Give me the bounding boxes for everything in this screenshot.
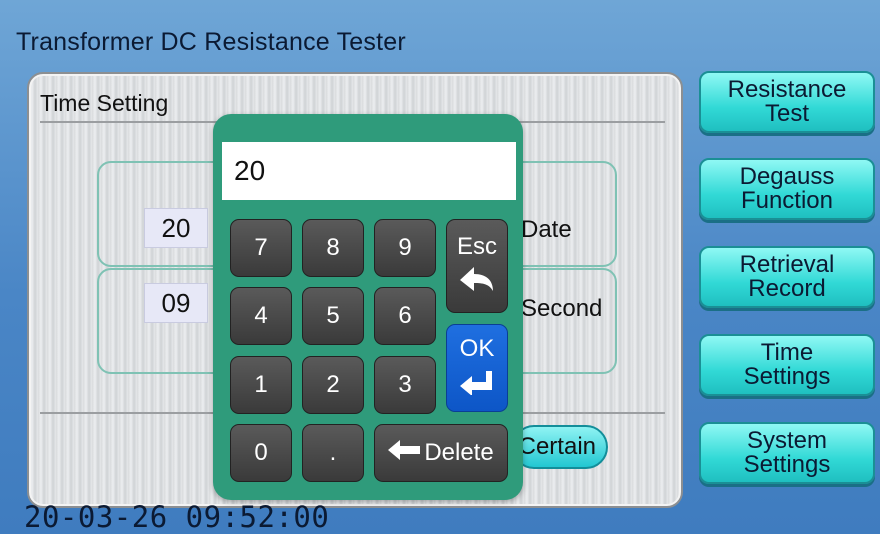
nav-label: Time xyxy=(760,339,814,366)
delete-label: Delete xyxy=(424,439,494,466)
keypad-display[interactable]: 20 xyxy=(222,142,516,200)
nav-system-settings[interactable]: System Settings xyxy=(699,422,875,484)
app-screen: Transformer DC Resistance Tester Time Se… xyxy=(0,0,880,534)
ok-label: OK xyxy=(459,334,495,362)
panel-title: Time Setting xyxy=(40,90,169,116)
key-8[interactable]: 8 xyxy=(302,219,364,277)
nav-resistance-test[interactable]: Resistance Test xyxy=(699,71,875,133)
nav-label: Test xyxy=(764,100,809,127)
certain-button[interactable]: Certain xyxy=(512,425,608,469)
backspace-arrow-icon xyxy=(388,439,421,467)
nav-label: Settings xyxy=(743,451,831,478)
key-6[interactable]: 6 xyxy=(374,287,436,345)
nav-label: Degauss xyxy=(739,163,835,190)
nav-label: System xyxy=(746,427,827,454)
app-title: Transformer DC Resistance Tester xyxy=(16,28,406,56)
esc-key[interactable]: Esc xyxy=(446,219,508,313)
key-7[interactable]: 7 xyxy=(230,219,292,277)
key-4[interactable]: 4 xyxy=(230,287,292,345)
undo-arrow-icon xyxy=(460,266,494,300)
nav-label: Record xyxy=(748,275,826,302)
key-5[interactable]: 5 xyxy=(302,287,364,345)
nav-degauss-function[interactable]: Degauss Function xyxy=(699,158,875,220)
date-year-field[interactable]: 20 xyxy=(144,208,208,248)
nav-time-settings[interactable]: Time Settings xyxy=(699,334,875,396)
esc-label: Esc xyxy=(456,232,497,260)
nav-label: Retrieval xyxy=(739,251,835,278)
nav-retrieval-record[interactable]: Retrieval Record xyxy=(699,246,875,308)
status-datetime: 20-03-26 09:52:00 xyxy=(24,500,330,534)
second-field[interactable]: 09 xyxy=(144,283,208,323)
nav-label: Function xyxy=(740,187,834,214)
nav-label: Settings xyxy=(743,363,831,390)
delete-key[interactable]: Delete xyxy=(374,424,508,482)
second-label: Second xyxy=(521,295,603,322)
enter-arrow-icon xyxy=(460,369,494,402)
key-2[interactable]: 2 xyxy=(302,356,364,414)
key-0[interactable]: 0 xyxy=(230,424,292,482)
date-label: Date xyxy=(521,216,572,243)
key-3[interactable]: 3 xyxy=(374,356,436,414)
ok-key[interactable]: OK xyxy=(446,324,508,412)
key-9[interactable]: 9 xyxy=(374,219,436,277)
key-dot[interactable]: . xyxy=(302,424,364,482)
key-1[interactable]: 1 xyxy=(230,356,292,414)
nav-label: Resistance xyxy=(727,76,847,103)
